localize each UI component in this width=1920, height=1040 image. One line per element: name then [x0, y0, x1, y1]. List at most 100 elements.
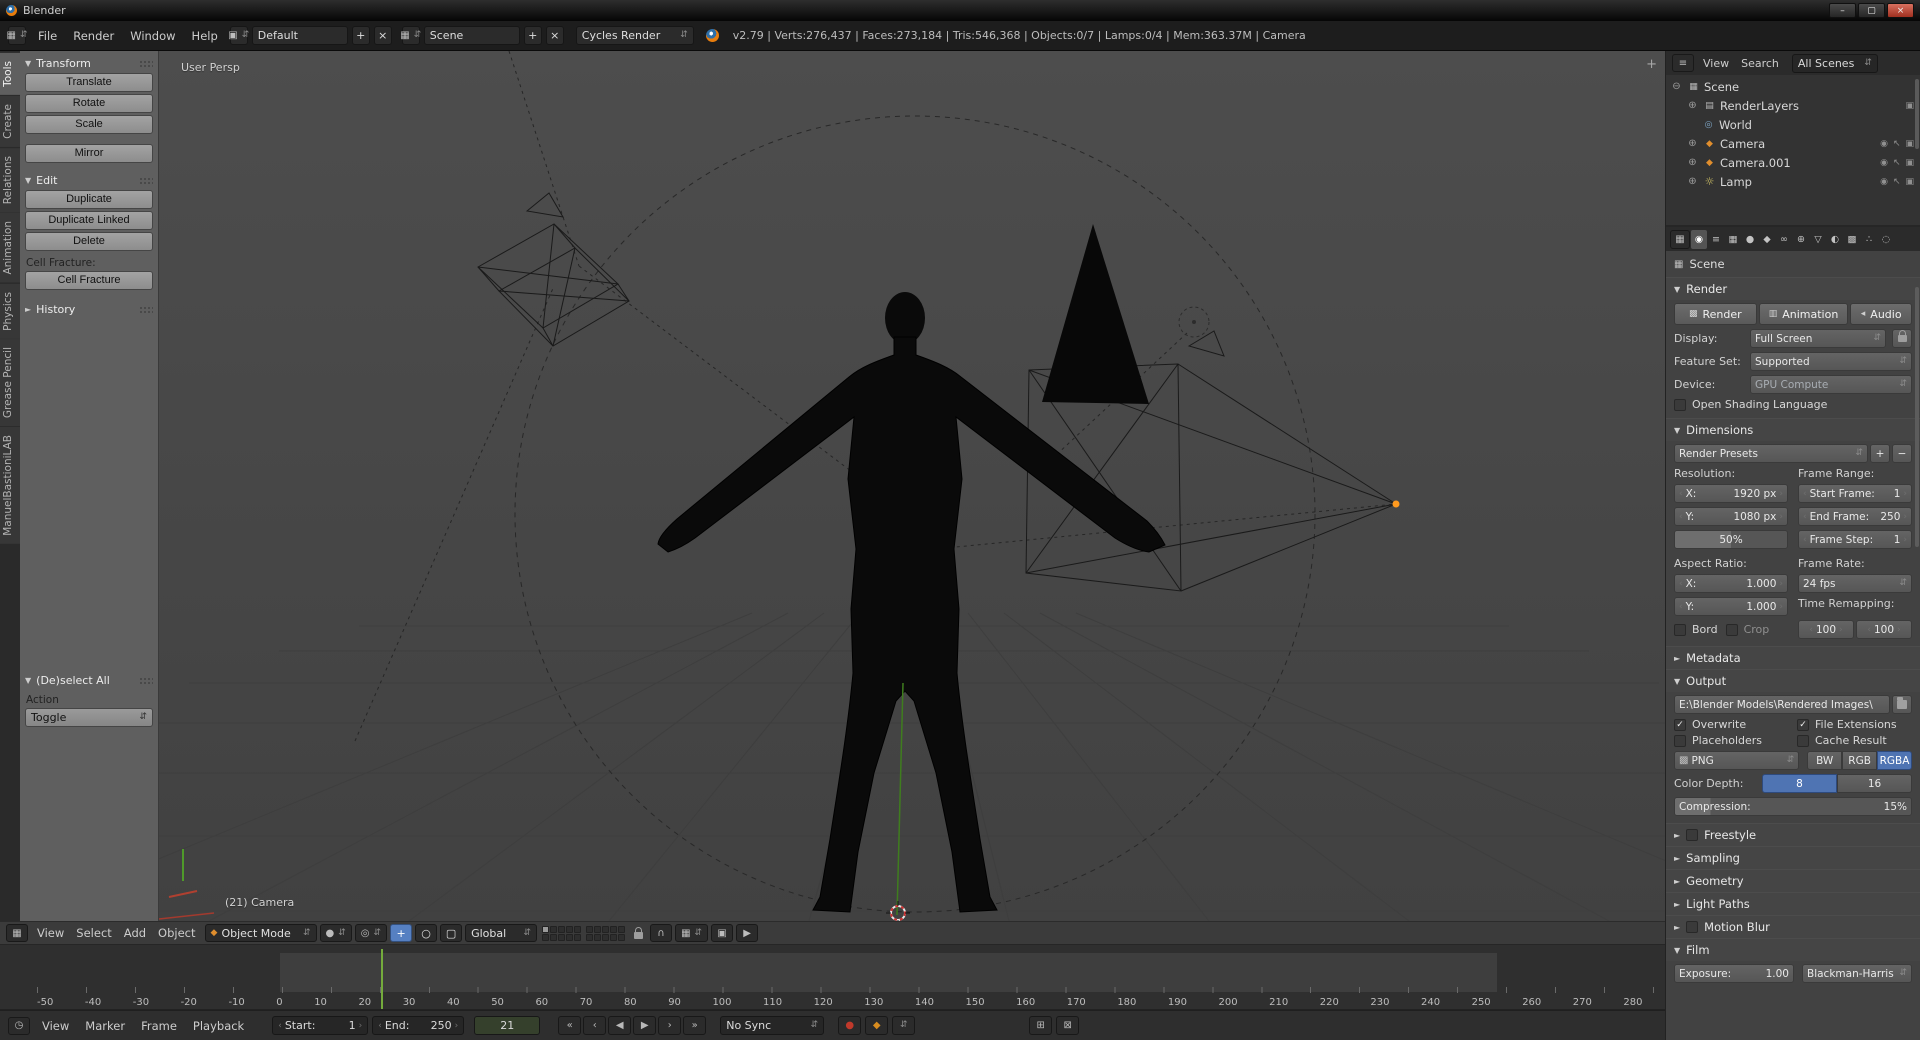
cell-fracture-button[interactable]: Cell Fracture [25, 271, 153, 290]
render-animation-button[interactable]: ▥ Animation [1758, 303, 1849, 325]
menu-item[interactable]: Select [70, 926, 117, 940]
lock-interface-button[interactable] [1892, 329, 1912, 348]
keying-insert-button[interactable]: ⊞ [1029, 1016, 1053, 1035]
shelf-tab[interactable]: Animation [0, 213, 20, 283]
menu-item[interactable]: Search [1735, 57, 1785, 70]
panel-header-render[interactable]: ▼ Render [1666, 277, 1920, 300]
sync-dropdown[interactable]: No Sync ⇵ [720, 1016, 825, 1035]
remove-preset-button[interactable]: − [1892, 444, 1912, 463]
increment-icon[interactable]: › [455, 1021, 459, 1031]
viewport-canvas[interactable]: User Persp (21) Camera + [159, 51, 1665, 921]
playback-button[interactable]: « [558, 1016, 582, 1035]
decrement-icon[interactable]: ‹ [278, 1021, 282, 1031]
menu-item[interactable]: Frame [133, 1019, 185, 1033]
mirror-button[interactable]: Mirror [25, 144, 153, 163]
manipulator-translate-button[interactable]: + [390, 924, 413, 942]
output-path-field[interactable]: E:\Blender Models\Rendered Images\ [1674, 695, 1890, 714]
compression-slider[interactable]: Compression: 15% [1674, 797, 1912, 816]
panel-header-history[interactable]: ► History [25, 300, 153, 319]
placeholders-checkbox[interactable] [1674, 734, 1686, 747]
feature-set-dropdown[interactable]: Supported ⇵ [1750, 352, 1912, 371]
playback-button[interactable]: ▶ [633, 1016, 657, 1035]
editor-type-button[interactable]: ≡ [1672, 54, 1694, 72]
shelf-tab[interactable]: Create [0, 95, 20, 147]
record-button[interactable]: ● [838, 1016, 862, 1035]
props-tab-world[interactable]: ● [1742, 230, 1758, 249]
playback-button[interactable]: » [683, 1016, 707, 1035]
end-frame-field[interactable]: ‹ End Frame: 250 › [1798, 507, 1912, 526]
panel-header-freestyle[interactable]: ► Freestyle [1666, 823, 1920, 846]
outliner-row[interactable]: ⊕ ◆ Camera.001 ◉ ↖ ▣ [1666, 153, 1920, 172]
props-tab-scene[interactable]: ▦ [1725, 230, 1741, 249]
props-tab-object[interactable]: ◆ [1759, 230, 1775, 249]
lock-icon[interactable] [634, 927, 644, 939]
display-dropdown[interactable]: Full Screen ⇵ [1750, 329, 1886, 348]
shelf-tab[interactable]: ManuelBastioniLAB [0, 427, 20, 545]
pivot-dropdown[interactable]: ◎ ⇵ [354, 924, 388, 942]
props-tab-texture[interactable]: ▩ [1844, 230, 1860, 249]
motion-blur-checkbox[interactable] [1686, 921, 1699, 933]
shelf-tab[interactable]: Physics [0, 283, 20, 339]
crop-checkbox[interactable] [1725, 623, 1738, 636]
layers-widget[interactable] [586, 925, 626, 941]
editor-type-button[interactable]: ▦ [1670, 229, 1690, 249]
outliner-scrollbar[interactable] [1915, 79, 1919, 149]
menu-item[interactable]: View [31, 926, 70, 940]
collapse-icon[interactable]: ⊖ [1670, 81, 1683, 92]
editor-type-button[interactable]: ◷ [8, 1016, 30, 1035]
layers-widget[interactable] [542, 925, 582, 941]
playback-button[interactable]: ‹ [583, 1016, 607, 1035]
remap-old-field[interactable]: ‹ 100 › [1798, 620, 1854, 639]
shelf-tab[interactable]: Tools [0, 53, 20, 95]
render-restrict-icon[interactable]: ▣ [1905, 177, 1914, 187]
panel-header-dimensions[interactable]: ▼ Dimensions [1666, 418, 1920, 441]
props-tab-material[interactable]: ◐ [1827, 230, 1843, 249]
end-frame-field[interactable]: ‹ End: 250 › [372, 1016, 465, 1035]
snap-magnet-button[interactable]: ∩ [650, 924, 673, 942]
menu-item[interactable]: View [1697, 57, 1735, 70]
shading-dropdown[interactable]: ● ⇵ [319, 924, 352, 942]
menu-item[interactable]: Render [65, 29, 122, 43]
panel-header-motion-blur[interactable]: ► Motion Blur [1666, 915, 1920, 938]
opengl-anim-render-button[interactable]: ▶ [736, 924, 759, 942]
render-engine-dropdown[interactable]: Cycles Render ⇵ [575, 26, 694, 45]
outliner-row[interactable]: ⊕ ◆ Camera ◉ ↖ ▣ [1666, 134, 1920, 153]
scene-browse-button[interactable]: ▦ ⇵ [400, 26, 421, 45]
properties-scrollbar[interactable] [1915, 287, 1919, 547]
render-audio-button[interactable]: ◂ Audio [1850, 303, 1912, 325]
file-extensions-checkbox[interactable]: ✓ [1797, 718, 1809, 731]
region-expand-plus[interactable]: + [1646, 57, 1657, 72]
shelf-tab[interactable]: Grease Pencil [0, 339, 20, 427]
exposure-slider[interactable]: Exposure: 1.00 [1674, 964, 1794, 983]
manipulator-rotate-button[interactable]: ○ [415, 924, 438, 942]
selectable-icon[interactable]: ↖ [1893, 139, 1901, 149]
props-tab-constraints[interactable]: ∞ [1776, 230, 1792, 249]
eye-icon[interactable]: ◉ [1880, 158, 1888, 168]
render-presets-dropdown[interactable]: Render Presets ⇵ [1674, 444, 1868, 463]
menu-item[interactable]: View [34, 1019, 77, 1033]
selectable-icon[interactable]: ↖ [1893, 177, 1901, 187]
close-button[interactable]: × [1887, 3, 1914, 18]
color-mode-rgba-button[interactable]: RGBA [1877, 751, 1912, 770]
action-dropdown[interactable]: Toggle ⇵ [25, 708, 153, 727]
mode-dropdown[interactable]: ◆ Object Mode ⇵ [204, 924, 317, 942]
props-tab-render-layers[interactable]: ≡ [1708, 230, 1724, 249]
current-frame-field[interactable]: 21 [474, 1016, 541, 1035]
minimize-button[interactable]: – [1829, 3, 1856, 18]
render-restrict-icon[interactable]: ▣ [1905, 139, 1914, 149]
editor-type-button[interactable]: ▦ ⇵ [7, 26, 28, 45]
outliner-row[interactable]: ◎ World [1666, 115, 1920, 134]
color-mode-rgb-button[interactable]: RGB [1842, 751, 1878, 770]
decrement-icon[interactable]: ‹ [378, 1021, 382, 1031]
panel-header-edit[interactable]: ▼ Edit [25, 171, 153, 190]
playback-button[interactable]: › [658, 1016, 682, 1035]
tool-button[interactable]: Translate [25, 73, 153, 92]
manipulator-scale-button[interactable]: ▢ [440, 924, 463, 942]
menu-item[interactable]: File [30, 29, 65, 43]
overwrite-checkbox[interactable]: ✓ [1674, 718, 1686, 731]
cache-result-checkbox[interactable] [1797, 734, 1809, 747]
aspect-x-field[interactable]: ‹ X: 1.000 › [1674, 574, 1788, 593]
panel-header-film[interactable]: ▼ Film [1666, 938, 1920, 961]
depth-8-button[interactable]: 8 [1762, 774, 1837, 793]
playback-button[interactable]: ◀ [608, 1016, 632, 1035]
